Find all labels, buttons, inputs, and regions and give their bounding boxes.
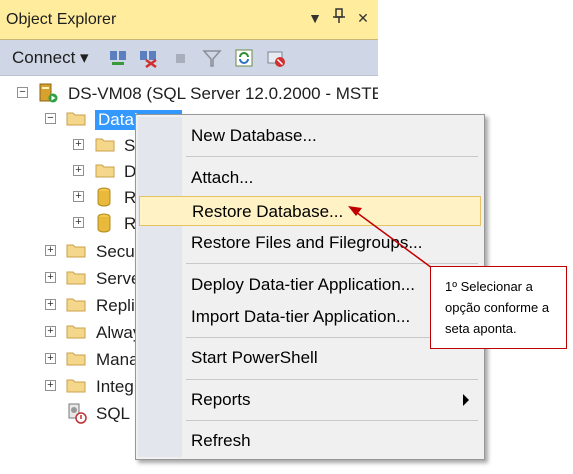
callout-box: 1º Selecionar a opção conforme a seta ap…: [430, 266, 567, 349]
callout-arrow: [348, 206, 433, 269]
callout-text: 1º Selecionar a opção conforme a seta ap…: [445, 279, 550, 336]
